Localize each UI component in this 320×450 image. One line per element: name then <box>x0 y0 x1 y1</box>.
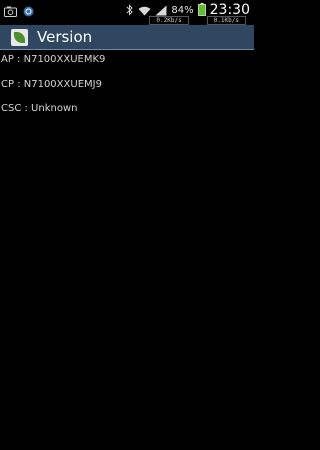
network-speed: 0.2Kb/s 0.1Kb/s <box>149 16 246 25</box>
gallery-icon <box>4 2 17 21</box>
sync-icon <box>23 2 34 21</box>
csc-version: CSC : Unknown <box>1 103 78 114</box>
ap-version: AP : N7100XXUEMK9 <box>1 54 106 65</box>
page-title: Version <box>37 28 93 46</box>
upload-speed: 0.1Kb/s <box>206 16 246 25</box>
status-bar: 84% 23:30 0.2Kb/s 0.1Kb/s <box>0 0 254 25</box>
action-bar: Version <box>0 25 254 50</box>
download-speed: 0.2Kb/s <box>149 16 189 25</box>
notification-icons <box>4 3 34 19</box>
battery-percent: 84% <box>171 4 194 16</box>
bluetooth-icon <box>126 1 134 20</box>
app-icon[interactable] <box>11 28 28 46</box>
cp-version: CP : N7100XXUEMJ9 <box>1 79 102 90</box>
